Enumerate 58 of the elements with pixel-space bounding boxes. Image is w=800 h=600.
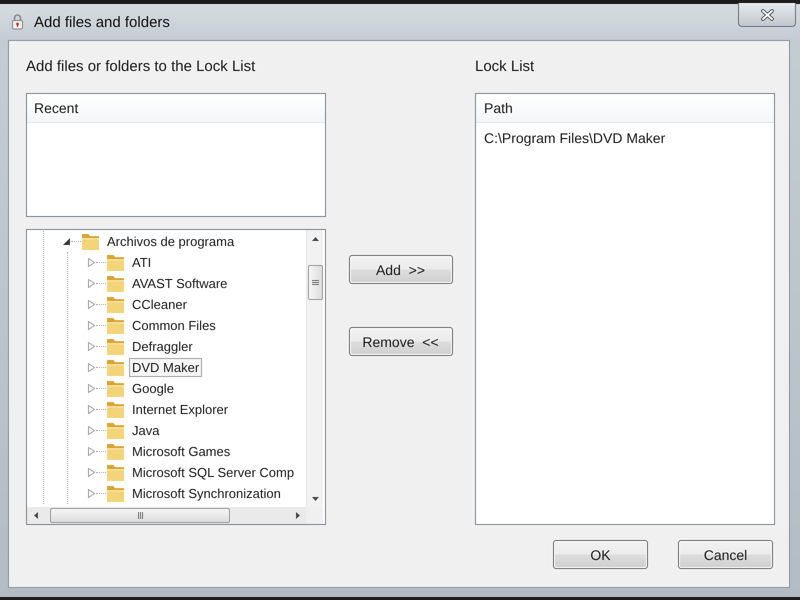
folder-icon [107,422,124,438]
tree-item[interactable]: Defraggler [129,337,196,356]
tree-item[interactable]: Microsoft SQL Server Comp [129,463,298,482]
tree-item[interactable]: Internet Explorer [129,400,232,419]
scrollbar-thumb[interactable] [50,508,230,523]
padlock-icon [12,14,23,30]
collapsed-arrow-icon[interactable] [88,321,95,330]
collapsed-arrow-icon[interactable] [88,384,95,393]
folder-icon [107,318,124,334]
collapsed-arrow-icon[interactable] [88,426,95,435]
section-heading: Add files or folders to the Lock List [26,57,256,77]
expanded-arrow-icon[interactable] [63,238,70,245]
scroll-right-icon[interactable] [296,512,300,519]
grip-icon [138,512,142,519]
grip-icon [312,280,318,285]
collapsed-arrow-icon[interactable] [88,468,95,477]
ok-button[interactable]: OK [553,540,648,569]
collapsed-arrow-icon[interactable] [88,342,95,351]
list-item[interactable]: C:\Program Files\DVD Maker [484,130,666,146]
tree-item[interactable]: ATI [129,253,154,272]
collapsed-arrow-icon[interactable] [88,489,95,498]
cancel-button[interactable]: Cancel [678,540,773,569]
scrollbar-thumb[interactable] [308,265,322,300]
scroll-down-icon[interactable] [312,496,318,500]
collapsed-arrow-icon[interactable] [88,258,95,267]
section-heading: Lock List [475,57,534,77]
tree-item[interactable]: Google [129,379,177,398]
tree-item[interactable]: Common Files [129,316,219,335]
folder-icon [82,234,99,250]
collapsed-arrow-icon[interactable] [88,279,95,288]
collapsed-arrow-icon[interactable] [88,405,95,414]
folder-icon [107,486,124,502]
folder-icon [107,254,124,270]
collapsed-arrow-icon[interactable] [88,447,95,456]
folder-icon [107,276,124,292]
tree-item[interactable]: AVAST Software [129,274,230,293]
tree-item[interactable]: Microsoft Games [129,442,234,461]
remove-button[interactable]: Remove << [348,327,452,356]
folder-icon [107,402,124,418]
tree-item[interactable]: Java [129,421,162,440]
collapsed-arrow-icon[interactable] [88,363,95,372]
add-button[interactable]: Add >> [348,255,452,284]
scroll-left-icon[interactable] [34,512,38,519]
folder-icon [107,464,124,480]
folder-icon [107,338,124,354]
folder-icon [107,296,124,312]
folder-icon [107,360,124,376]
close-icon [760,8,774,20]
tree-item[interactable]: DVD Maker [129,358,202,377]
close-button[interactable] [738,3,796,27]
window-title: Add files and folders [34,14,170,30]
tree-item[interactable]: CCleaner [129,295,190,314]
scroll-up-icon[interactable] [312,236,318,240]
tree-item[interactable]: Microsoft Synchronization [129,484,284,503]
folder-icon [107,380,124,396]
tree-item[interactable]: Archivos de programa [104,232,238,251]
folder-icon [107,444,124,460]
collapsed-arrow-icon[interactable] [88,300,95,309]
